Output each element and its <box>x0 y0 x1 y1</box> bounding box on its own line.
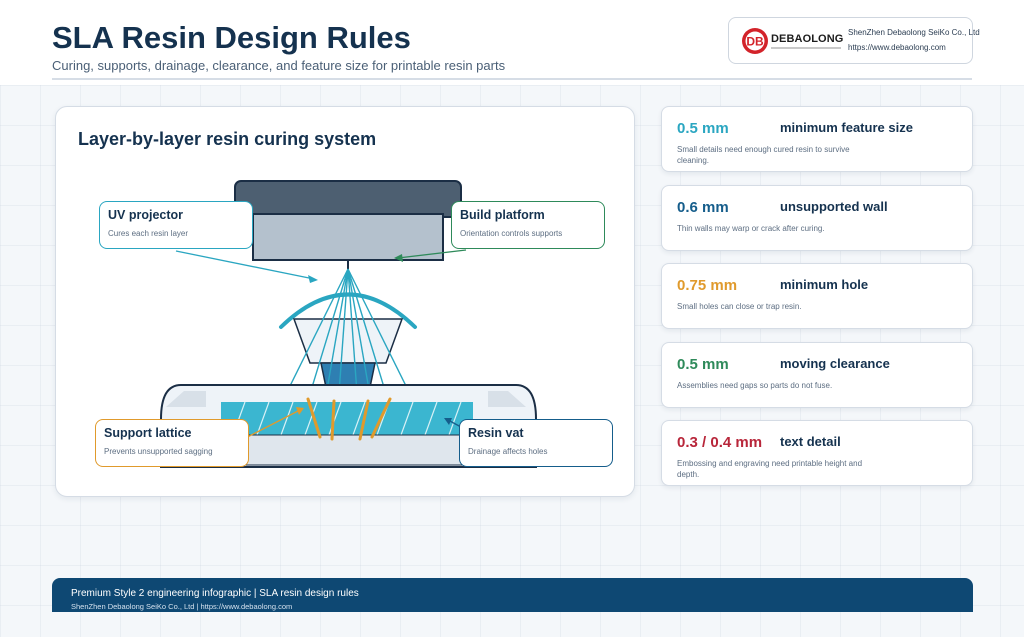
callout-desc: Cures each resin layer <box>108 229 189 238</box>
header-divider <box>52 78 972 80</box>
callout-desc: Drainage affects holes <box>468 447 548 456</box>
page-header: SLA Resin Design Rules Curing, supports,… <box>0 0 1024 85</box>
callout-uv-projector: UV projector Cures each resin layer <box>99 201 253 249</box>
callout-title: Support lattice <box>104 426 192 440</box>
spec-card-unsupported-wall: 0.6 mm unsupported wall Thin walls may w… <box>661 185 973 251</box>
spec-label: text detail <box>780 434 841 449</box>
footer-line-1: Premium Style 2 engineering infographic … <box>71 588 359 599</box>
build-platform-plate <box>252 213 444 261</box>
diagram-card: Layer-by-layer resin curing system UV pr… <box>55 106 635 497</box>
spec-desc: Small holes can close or trap resin. <box>677 302 802 311</box>
page-title: SLA Resin Design Rules <box>52 20 411 55</box>
spec-value: 0.3 / 0.4 mm <box>677 434 763 451</box>
spec-card-feature-size: 0.5 mm minimum feature size Small detail… <box>661 106 973 172</box>
spec-label: minimum feature size <box>780 120 913 135</box>
spec-label: moving clearance <box>780 356 890 371</box>
spec-value: 0.75 mm <box>677 277 738 294</box>
page-footer: Premium Style 2 engineering infographic … <box>52 578 973 612</box>
callout-resin-vat: Resin vat Drainage affects holes <box>459 419 613 467</box>
company-url[interactable]: https://www.debaolong.com <box>848 43 946 52</box>
spec-label: minimum hole <box>780 277 869 292</box>
callout-desc: Orientation controls supports <box>460 229 563 238</box>
callout-title: UV projector <box>108 208 184 222</box>
footer-line-2: ShenZhen Debaolong SeiKo Co., Ltd | http… <box>71 602 293 611</box>
callout-support-lattice: Support lattice Prevents unsupported sag… <box>95 419 249 467</box>
projector-lens <box>292 318 404 364</box>
callout-title: Build platform <box>460 208 545 222</box>
spec-desc: Embossing and engraving need printable h… <box>677 459 863 479</box>
company-name: ShenZhen Debaolong SeiKo Co., Ltd <box>848 28 980 37</box>
spec-desc: Assemblies need gaps so parts do not fus… <box>677 381 833 390</box>
logo-wordmark: DEBAOLONG <box>771 33 844 45</box>
debaolong-logo-icon: DB <box>742 28 768 54</box>
spec-desc: Small details need enough cured resin to… <box>677 145 850 165</box>
spec-value: 0.6 mm <box>677 199 729 216</box>
company-logo-card: DB DEBAOLONG ShenZhen Debaolong SeiKo Co… <box>728 17 980 64</box>
page-subtitle: Curing, supports, drainage, clearance, a… <box>52 58 506 73</box>
vat-base <box>220 434 474 466</box>
logo-tagline-bar <box>771 47 841 49</box>
callout-build-platform: Build platform Orientation controls supp… <box>451 201 605 249</box>
spec-label: unsupported wall <box>780 199 888 214</box>
build-platform-top <box>234 180 462 218</box>
spec-card-minimum-hole: 0.75 mm minimum hole Small holes can clo… <box>661 263 973 329</box>
callout-desc: Prevents unsupported sagging <box>104 447 213 456</box>
spec-card-text-detail: 0.3 / 0.4 mm text detail Embossing and e… <box>661 420 973 486</box>
callout-title: Resin vat <box>468 426 524 440</box>
logo-mark-text: DB <box>746 35 764 49</box>
spec-value: 0.5 mm <box>677 120 729 137</box>
spec-desc: Thin walls may warp or crack after curin… <box>677 224 825 233</box>
spec-card-moving-clearance: 0.5 mm moving clearance Assemblies need … <box>661 342 973 408</box>
spec-value: 0.5 mm <box>677 356 729 373</box>
